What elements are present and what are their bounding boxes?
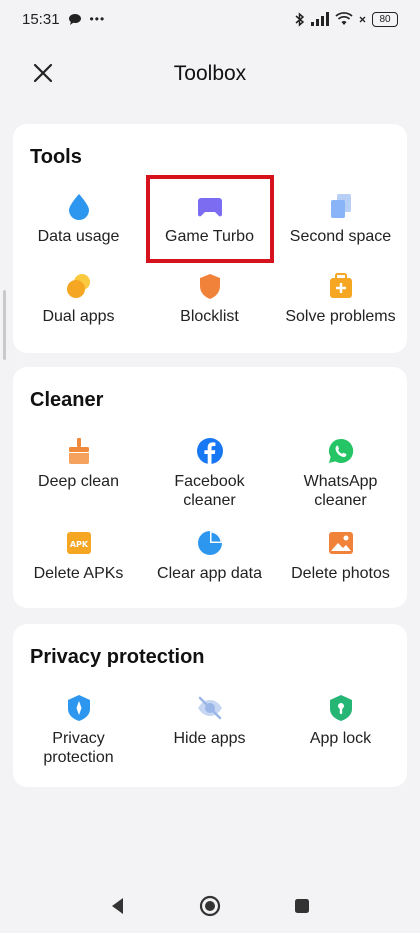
whatsapp-icon bbox=[328, 438, 353, 463]
blocklist-button[interactable]: Blocklist bbox=[144, 272, 275, 326]
photo-icon bbox=[328, 532, 353, 554]
tile-label: Blocklist bbox=[180, 308, 239, 325]
data-usage-button[interactable]: Data usage bbox=[13, 192, 144, 246]
tile-label: Deep clean bbox=[38, 473, 119, 490]
label-line: cleaner bbox=[183, 492, 236, 509]
delete-apks-button[interactable]: APK Delete APKs bbox=[13, 529, 144, 583]
app-lock-button[interactable]: App lock bbox=[275, 694, 406, 748]
hide-apps-button[interactable]: Hide apps bbox=[144, 694, 275, 748]
second-space-button[interactable]: Second space bbox=[275, 192, 406, 246]
first-aid-icon bbox=[329, 273, 352, 298]
recents-icon[interactable] bbox=[291, 895, 313, 917]
tile-label: Second space bbox=[289, 228, 392, 245]
label-line: cleaner bbox=[314, 492, 367, 509]
bluetooth-icon bbox=[295, 11, 305, 27]
water-drop-icon bbox=[68, 194, 89, 220]
pie-chart-icon bbox=[197, 531, 222, 555]
dual-apps-button[interactable]: Dual apps bbox=[13, 272, 144, 326]
home-icon[interactable] bbox=[199, 895, 221, 917]
solve-problems-button[interactable]: Solve problems bbox=[275, 272, 406, 326]
deep-clean-button[interactable]: Deep clean bbox=[13, 437, 144, 491]
eye-off-icon bbox=[197, 696, 222, 720]
delete-photos-button[interactable]: Delete photos bbox=[275, 529, 406, 583]
wifi-icon bbox=[335, 12, 353, 25]
apk-icon: APK bbox=[66, 532, 91, 554]
lock-shield-icon bbox=[329, 695, 352, 721]
privacy-section: Privacy protection Privacy protection Hid… bbox=[13, 624, 407, 787]
tile-label: Solve problems bbox=[285, 308, 396, 325]
close-icon[interactable] bbox=[30, 60, 56, 86]
cleaner-section: Cleaner Deep clean Facebook cleaner Whats… bbox=[13, 367, 407, 608]
chat-bubble-icon bbox=[68, 13, 81, 25]
signal-icon bbox=[311, 12, 329, 26]
section-title: Tools bbox=[30, 146, 82, 168]
tile-label: Privacy protection bbox=[13, 729, 144, 767]
tile-label: Data usage bbox=[37, 228, 120, 245]
status-bar: 15:31 ••• 80 bbox=[0, 0, 420, 38]
x-mark-icon bbox=[359, 16, 366, 22]
privacy-shield-icon bbox=[67, 695, 90, 721]
label-line: WhatsApp bbox=[303, 473, 378, 490]
tile-label: WhatsApp cleaner bbox=[275, 472, 406, 510]
label-line: Privacy bbox=[52, 730, 105, 747]
tile-label: Delete APKs bbox=[33, 565, 124, 582]
section-title: Privacy protection bbox=[30, 646, 205, 668]
clear-app-data-button[interactable]: Clear app data bbox=[144, 529, 275, 583]
privacy-protection-button[interactable]: Privacy protection bbox=[13, 694, 144, 767]
tile-label: App lock bbox=[309, 730, 372, 747]
shield-icon bbox=[199, 274, 220, 299]
facebook-icon bbox=[196, 438, 223, 464]
header: Toolbox bbox=[0, 52, 420, 96]
tile-label: Clear app data bbox=[157, 565, 262, 582]
tile-label: Hide apps bbox=[173, 730, 246, 747]
page-title: Toolbox bbox=[173, 62, 247, 85]
layers-icon bbox=[330, 194, 351, 218]
label-line: Facebook bbox=[174, 473, 245, 490]
tile-label: Facebook cleaner bbox=[144, 472, 275, 510]
broom-icon bbox=[68, 438, 89, 464]
section-title: Cleaner bbox=[30, 389, 104, 411]
apk-icon-text: APK bbox=[69, 540, 88, 549]
back-icon[interactable] bbox=[107, 895, 129, 917]
whatsapp-cleaner-button[interactable]: WhatsApp cleaner bbox=[275, 437, 406, 510]
dual-circles-icon bbox=[66, 274, 90, 298]
more-dots-icon: ••• bbox=[89, 12, 106, 26]
navigation-bar bbox=[0, 879, 420, 933]
battery-indicator: 80 bbox=[372, 11, 398, 27]
highlight-box bbox=[146, 175, 274, 263]
label-line: protection bbox=[43, 749, 114, 766]
status-right: 80 bbox=[295, 11, 398, 27]
edge-handle[interactable] bbox=[3, 290, 6, 360]
facebook-cleaner-button[interactable]: Facebook cleaner bbox=[144, 437, 275, 510]
status-time: 15:31 bbox=[22, 10, 60, 28]
status-left: 15:31 ••• bbox=[22, 11, 105, 28]
tile-label: Dual apps bbox=[42, 308, 115, 325]
tile-label: Delete photos bbox=[291, 565, 390, 582]
